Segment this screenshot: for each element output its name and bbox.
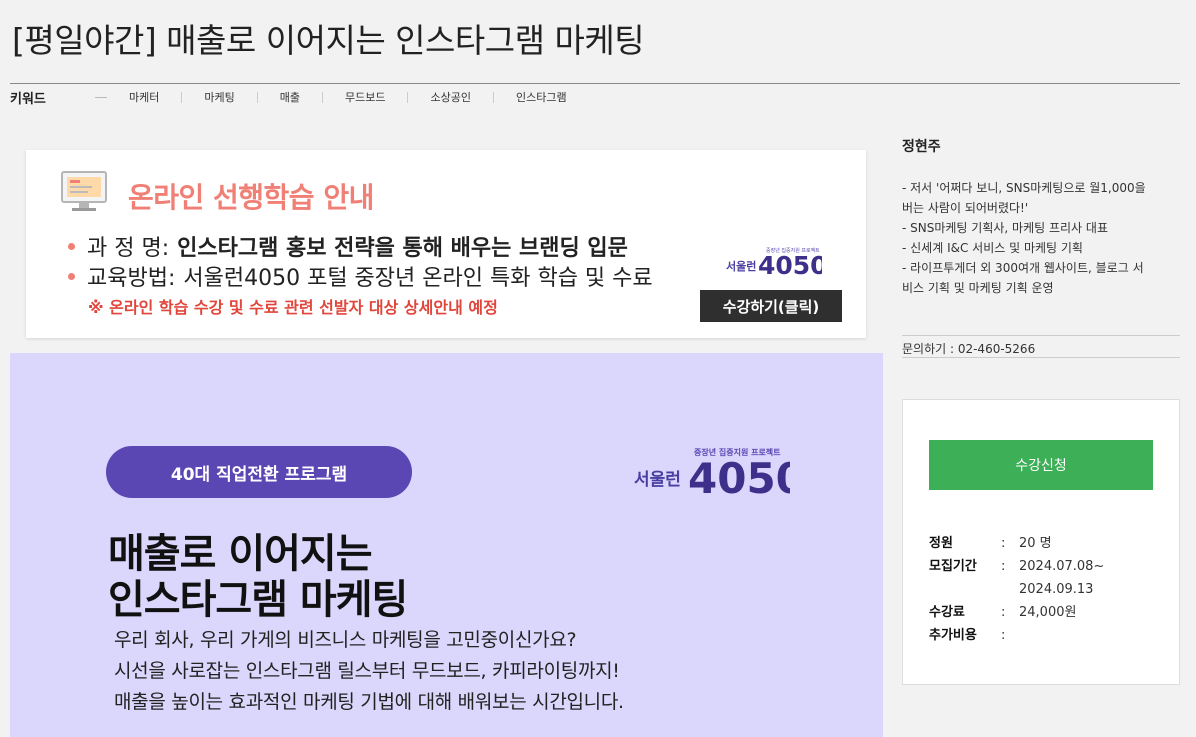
- keyword-item[interactable]: 무드보드: [345, 89, 407, 105]
- course-name-value: 인스타그램 홍보 전략을 통해 배우는 브랜딩 입문: [177, 236, 628, 261]
- keyword-separator: [492, 91, 494, 103]
- keyword-bar: 키워드 마케터 마케팅 매출 무드보드 소상공인 인스타그램: [10, 88, 589, 107]
- logo-text-kor: 서울런: [634, 470, 681, 490]
- bio-line: - 신세계 I&C 서비스 및 마케팅 기획: [902, 241, 1083, 255]
- keyword-separator: [256, 91, 258, 103]
- bullet-dot: [68, 242, 75, 250]
- online-learning-banner[interactable]: 온라인 선행학습 안내 과 정 명: 인스타그램 홍보 전략을 통해 배우는 브…: [26, 150, 866, 338]
- keyword-separator: [407, 91, 409, 103]
- apply-button[interactable]: 수강신청: [929, 440, 1153, 490]
- info-row-capacity: 정원 : 20 명: [929, 532, 1129, 555]
- info-colon: :: [1001, 605, 1006, 620]
- instructor-name: 정현주: [902, 139, 941, 155]
- course-hero: 40대 직업전환 프로그램 중장년 집중지원 프로젝트 서울런 4050 매출로…: [10, 353, 883, 737]
- bio-line: - SNS마케팅 기획사, 마케팅 프리사 대표: [902, 221, 1108, 235]
- info-value: 2024.09.13: [1019, 582, 1094, 597]
- hero-desc-line3: 매출을 높이는 효과적인 마케팅 기법에 대해 배워보는 시간입니다.: [114, 691, 624, 713]
- apply-panel: 수강신청 정원 : 20 명 모집기간 : 2024.07.08~ 2024.0…: [902, 399, 1180, 685]
- seoul-run-4050-logo: 중장년 집중지원 프로젝트 서울런 4050: [634, 447, 790, 501]
- info-value: 24,000원: [1019, 605, 1077, 620]
- info-row-period: 모집기간 : 2024.07.08~: [929, 555, 1129, 578]
- keyword-item[interactable]: 소상공인: [430, 89, 492, 105]
- contact-divider-top: [902, 335, 1180, 336]
- course-name-row: 과 정 명: 인스타그램 홍보 전략을 통해 배우는 브랜딩 입문: [68, 230, 628, 262]
- bio-line: 버는 사람이 되어버렸다!': [902, 201, 1029, 215]
- info-key: 수강료: [929, 605, 965, 620]
- hero-desc-line1: 우리 회사, 우리 가게의 비즈니스 마케팅을 고민중이신가요?: [114, 629, 577, 651]
- keyword-separator: [181, 91, 183, 103]
- keyword-item[interactable]: 마케팅: [204, 89, 256, 105]
- monitor-icon: [61, 171, 107, 211]
- contact-divider-bottom: [902, 357, 1180, 358]
- enroll-click-button[interactable]: 수강하기(클릭): [700, 290, 842, 322]
- keyword-separator: [322, 91, 323, 103]
- program-pill: 40대 직업전환 프로그램: [106, 446, 412, 498]
- info-row-extra-cost: 추가비용 :: [929, 624, 1129, 647]
- logo-text-num: 4050: [688, 454, 790, 501]
- instructor-bio: - 저서 '어쩌다 보니, SNS마케팅으로 월1,000을 버는 사람이 되어…: [902, 178, 1180, 298]
- info-colon: :: [1001, 628, 1006, 643]
- course-name-label: 과 정 명:: [87, 236, 170, 261]
- info-value: [1019, 624, 1129, 647]
- keyword-item[interactable]: 마케터: [129, 89, 181, 105]
- info-key: 정원: [929, 536, 953, 551]
- method-label: 교육방법:: [87, 266, 176, 291]
- page-title: [평일야간] 매출로 이어지는 인스타그램 마케팅: [12, 21, 645, 60]
- course-info-table: 정원 : 20 명 모집기간 : 2024.07.08~ 2024.09.13 …: [929, 532, 1129, 647]
- logo-text-kor: 서울런: [726, 259, 756, 273]
- info-key: [929, 578, 1001, 601]
- keyword-label: 키워드: [10, 91, 46, 107]
- info-row-period-end: 2024.09.13: [929, 578, 1129, 601]
- title-divider: [10, 83, 1180, 84]
- contact-info: 문의하기 : 02-460-5266: [902, 342, 1036, 356]
- banner-heading: 온라인 선행학습 안내: [128, 181, 374, 214]
- keyword-dash: [95, 96, 107, 98]
- seoul-run-4050-logo: 중장년 집중지원 프로젝트 서울런 4050: [726, 247, 822, 278]
- bullet-dot: [68, 272, 75, 280]
- logo-text-num: 4050: [758, 251, 822, 278]
- keyword-item[interactable]: 매출: [280, 89, 322, 105]
- info-colon: :: [1001, 559, 1006, 574]
- info-value: 2024.07.08~: [1019, 559, 1105, 574]
- bio-line: - 라이프투게더 외 300여개 웹사이트, 블로그 서: [902, 261, 1144, 275]
- info-colon: [1001, 578, 1019, 601]
- hero-title-line2: 인스타그램 마케팅: [108, 577, 408, 623]
- info-value: 20 명: [1019, 536, 1052, 551]
- info-colon: :: [1001, 536, 1006, 551]
- keyword-item[interactable]: 인스타그램: [516, 89, 589, 105]
- banner-note: ※ 온라인 학습 수강 및 수료 관련 선발자 대상 상세안내 예정: [88, 298, 498, 317]
- info-row-fee: 수강료 : 24,000원: [929, 601, 1129, 624]
- method-value: 서울런4050 포털 중장년 온라인 특화 학습 및 수료: [183, 266, 653, 291]
- info-key: 추가비용: [929, 628, 977, 643]
- method-row: 교육방법: 서울런4050 포털 중장년 온라인 특화 학습 및 수료: [68, 260, 653, 292]
- bio-line: 비스 기획 및 마케팅 기획 운영: [902, 281, 1054, 295]
- info-key: 모집기간: [929, 559, 977, 574]
- bio-line: - 저서 '어쩌다 보니, SNS마케팅으로 월1,000을: [902, 181, 1146, 195]
- hero-desc-line2: 시선을 사로잡는 인스타그램 릴스부터 무드보드, 카피라이팅까지!: [114, 660, 620, 682]
